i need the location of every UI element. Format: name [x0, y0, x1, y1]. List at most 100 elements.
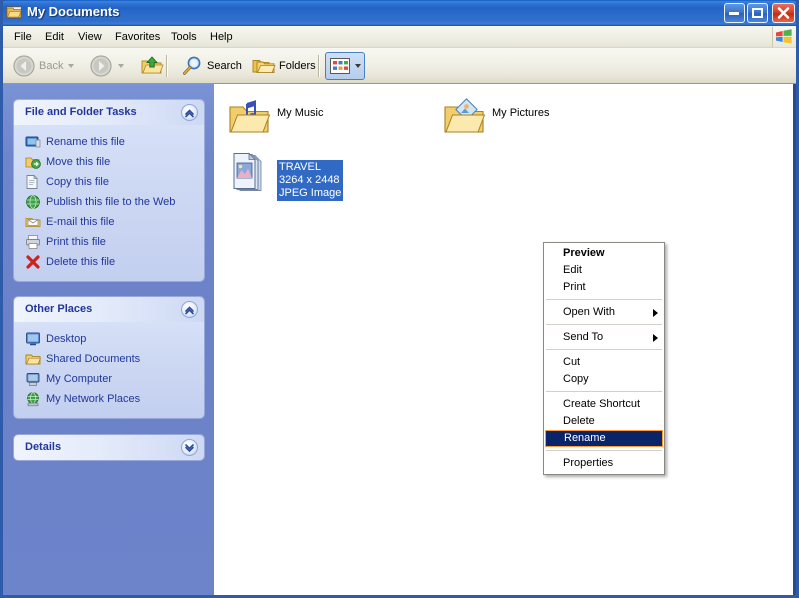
item-filetype: JPEG Image [279, 187, 342, 199]
context-menu-item-properties[interactable]: Properties [544, 455, 664, 472]
context-menu-item-open-with[interactable]: Open With [544, 304, 664, 321]
place-my-network-places[interactable]: My Network Places [14, 389, 204, 409]
submenu-arrow-icon [653, 309, 658, 317]
place-desktop[interactable]: Desktop [14, 329, 204, 349]
views-button[interactable] [325, 52, 365, 80]
minimize-button[interactable] [724, 3, 745, 23]
toolbar-separator-2 [318, 55, 320, 77]
item-name-selected: TRAVEL 3264 x 2448 JPEG Image [277, 160, 344, 201]
task-move-this-file[interactable]: Move this file [14, 152, 204, 172]
up-button[interactable] [136, 52, 168, 80]
place-label: My Network Places [46, 393, 141, 405]
chevron-up-icon[interactable] [181, 104, 198, 121]
item-dimensions: 3264 x 2448 [279, 174, 340, 186]
list-item[interactable]: My Pictures [442, 96, 549, 138]
context-menu-item-delete[interactable]: Delete [544, 413, 664, 430]
panel-details: Details [14, 435, 204, 460]
task-delete-this-file[interactable]: Delete this file [14, 252, 204, 272]
search-button[interactable]: Search [176, 52, 246, 80]
context-menu[interactable]: Preview Edit Print Open With Send To Cut… [543, 242, 665, 475]
forward-arrow-icon [90, 55, 112, 77]
item-name: TRAVEL [279, 161, 321, 173]
rename-icon [25, 136, 41, 148]
print-icon [26, 235, 40, 249]
copy-icon [26, 174, 38, 189]
task-sidebar: File and Folder Tasks Rename this file M… [3, 84, 214, 595]
toolbar-separator-1 [166, 55, 168, 77]
views-grid-icon [330, 58, 350, 74]
email-icon [25, 218, 41, 227]
panel-body: Rename this file Move this file Copy thi… [14, 125, 204, 281]
task-label: E-mail this file [46, 216, 115, 228]
context-menu-separator [546, 349, 662, 351]
my-computer-icon [26, 373, 40, 386]
panel-header[interactable]: File and Folder Tasks [14, 100, 204, 125]
task-e-mail-this-file[interactable]: E-mail this file [14, 212, 204, 232]
task-print-this-file[interactable]: Print this file [14, 232, 204, 252]
menu-edit[interactable]: Edit [40, 30, 69, 44]
panel-file-and-folder-tasks: File and Folder Tasks Rename this file M… [14, 100, 204, 281]
context-menu-item-copy[interactable]: Copy [544, 371, 664, 388]
task-rename-this-file[interactable]: Rename this file [14, 132, 204, 152]
back-button[interactable]: Back [8, 52, 78, 80]
menu-favorites[interactable]: Favorites [110, 30, 165, 44]
menu-tools[interactable]: Tools [166, 30, 202, 44]
title-bar: My Documents [3, 0, 796, 26]
context-menu-item-cut[interactable]: Cut [544, 354, 664, 371]
context-menu-item-send-to[interactable]: Send To [544, 329, 664, 346]
place-my-computer[interactable]: My Computer [14, 369, 204, 389]
place-label: Shared Documents [46, 353, 141, 365]
back-dropdown-arrow[interactable] [68, 64, 75, 68]
folders-button[interactable]: Folders [248, 52, 320, 80]
task-label: Print this file [46, 236, 106, 248]
menu-view[interactable]: View [73, 30, 107, 44]
forward-dropdown-arrow[interactable] [118, 64, 124, 68]
context-menu-separator [546, 299, 662, 301]
place-shared-documents[interactable]: Shared Documents [14, 349, 204, 369]
folder-documents-icon [6, 6, 22, 19]
place-label: My Computer [46, 373, 113, 385]
list-item[interactable]: My Music [227, 96, 323, 138]
maximize-button[interactable] [747, 3, 768, 23]
file-list-pane[interactable]: My Music My Pictures TRAVEL 3264 x 2448 … [214, 84, 793, 595]
menu-file[interactable]: File [9, 30, 37, 44]
windows-flag-icon[interactable] [772, 27, 795, 47]
place-label: Desktop [46, 333, 87, 345]
window-title: My Documents [27, 4, 120, 19]
back-arrow-icon [13, 55, 35, 77]
context-menu-item-rename[interactable]: Rename [545, 430, 663, 447]
context-menu-item-print[interactable]: Print [544, 279, 664, 296]
chevron-up-icon[interactable] [181, 301, 198, 318]
panel-other-places: Other Places Desktop Shared Documents My… [14, 297, 204, 418]
panel-header[interactable]: Details [14, 435, 204, 460]
submenu-arrow-icon [653, 334, 658, 342]
context-menu-separator [546, 324, 662, 326]
search-icon [183, 56, 201, 75]
task-publish-this-file-to-the-web[interactable]: Publish this file to the Web [14, 192, 204, 212]
list-item[interactable]: TRAVEL 3264 x 2448 JPEG Image [227, 152, 344, 201]
task-label: Move this file [46, 156, 111, 168]
folders-button-label: Folders [279, 60, 316, 72]
views-dropdown-arrow[interactable] [355, 64, 361, 68]
context-menu-item-edit[interactable]: Edit [544, 262, 664, 279]
close-button[interactable] [772, 3, 795, 23]
panel-header[interactable]: Other Places [14, 297, 204, 322]
chevron-down-icon[interactable] [181, 439, 198, 456]
folder-pictures-icon [444, 98, 486, 133]
menu-bar: File Edit View Favorites Tools Help [3, 26, 796, 48]
search-button-label: Search [207, 60, 242, 72]
forward-button[interactable] [85, 52, 128, 80]
context-menu-item-preview[interactable]: Preview [544, 245, 664, 262]
jpeg-image-icon [233, 152, 262, 191]
menu-help[interactable]: Help [205, 30, 238, 44]
client-area: File and Folder Tasks Rename this file M… [3, 84, 796, 595]
task-copy-this-file[interactable]: Copy this file [14, 172, 204, 192]
task-label: Copy this file [46, 176, 109, 188]
context-menu-item-create-shortcut[interactable]: Create Shortcut [544, 396, 664, 413]
up-folder-icon [141, 56, 164, 74]
move-icon [25, 157, 41, 169]
delete-x-icon [26, 255, 40, 269]
context-menu-separator [546, 450, 662, 452]
context-menu-item-label: Open With [563, 306, 615, 318]
context-menu-item-label: Send To [563, 331, 604, 343]
